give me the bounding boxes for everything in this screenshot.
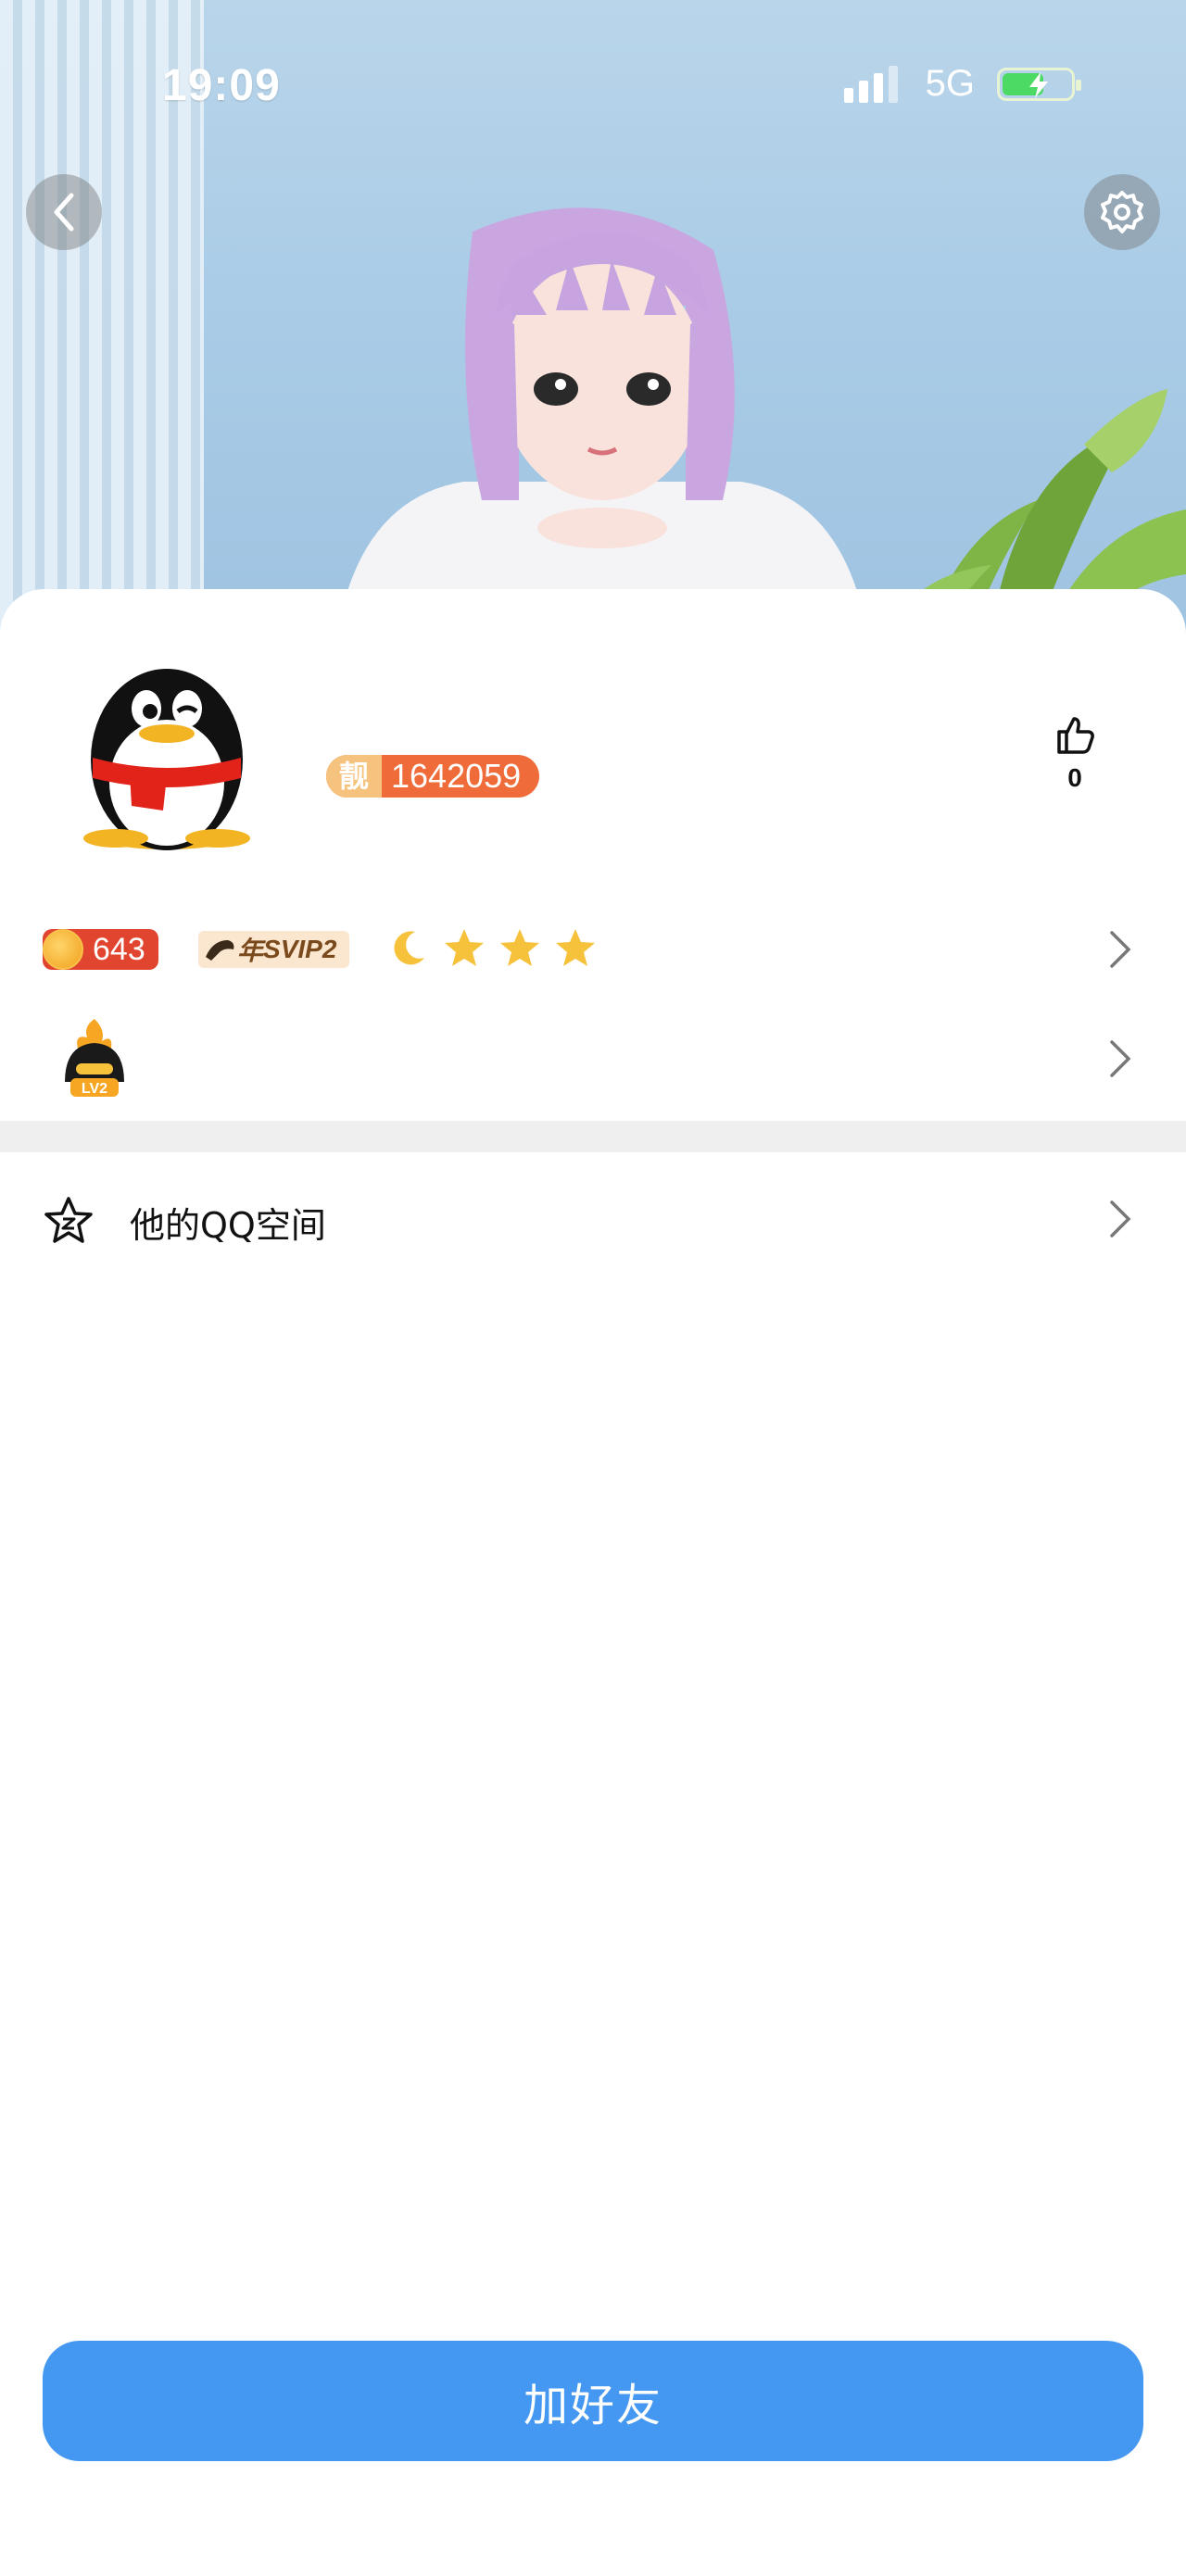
qq-number: 1642059 bbox=[391, 757, 522, 795]
game-level-icon: LV2 bbox=[65, 1019, 124, 1097]
chevron-left-icon bbox=[54, 193, 74, 232]
moon-icon bbox=[394, 931, 424, 965]
star-icon bbox=[556, 929, 595, 966]
thumbs-up-icon bbox=[1057, 717, 1094, 754]
settings-button[interactable] bbox=[1084, 174, 1160, 250]
svip-label: SVIP2 bbox=[263, 935, 337, 963]
signal-icon bbox=[843, 65, 903, 103]
qzone-label: 他的QQ空间 bbox=[130, 1205, 326, 1246]
crown-hat-icon bbox=[206, 940, 234, 961]
game-level-label: LV2 bbox=[82, 1081, 107, 1097]
section-divider bbox=[0, 1121, 1186, 1152]
liang-tag: 靓 bbox=[326, 755, 383, 798]
like-count: 0 bbox=[1067, 763, 1082, 792]
svip-badge[interactable]: 年 SVIP2 bbox=[198, 931, 350, 968]
star-icon bbox=[500, 929, 539, 966]
chevron-right-icon bbox=[1110, 1040, 1131, 1077]
svip-prefix: 年 bbox=[237, 936, 264, 965]
cover-character-illustration bbox=[334, 207, 870, 648]
coin-value: 643 bbox=[93, 931, 145, 967]
qzone-star-icon bbox=[44, 1197, 93, 1243]
like-button[interactable]: 0 bbox=[1038, 713, 1112, 793]
status-time: 19:09 bbox=[162, 61, 281, 110]
battery-icon bbox=[997, 67, 1081, 101]
qq-number-badge[interactable]: 靓 1642059 bbox=[326, 755, 540, 798]
gear-icon bbox=[1101, 191, 1143, 233]
game-level-row[interactable] bbox=[0, 1019, 1186, 1099]
coin-badge[interactable]: 643 bbox=[43, 929, 158, 970]
coin-icon bbox=[43, 929, 83, 970]
network-type: 5G bbox=[925, 63, 975, 104]
user-avatar[interactable] bbox=[74, 648, 259, 852]
status-icons: 5G bbox=[843, 63, 1081, 105]
add-friend-button[interactable]: 加好友 bbox=[43, 2341, 1143, 2461]
chevron-right-icon bbox=[1110, 931, 1131, 968]
qq-level-icons[interactable] bbox=[387, 926, 597, 969]
profile-card bbox=[0, 589, 1186, 2576]
back-button[interactable] bbox=[26, 174, 102, 250]
qzone-entry[interactable]: 他的QQ空间 bbox=[0, 1176, 1186, 1260]
chevron-right-icon bbox=[1110, 1200, 1131, 1238]
star-icon bbox=[445, 929, 484, 966]
